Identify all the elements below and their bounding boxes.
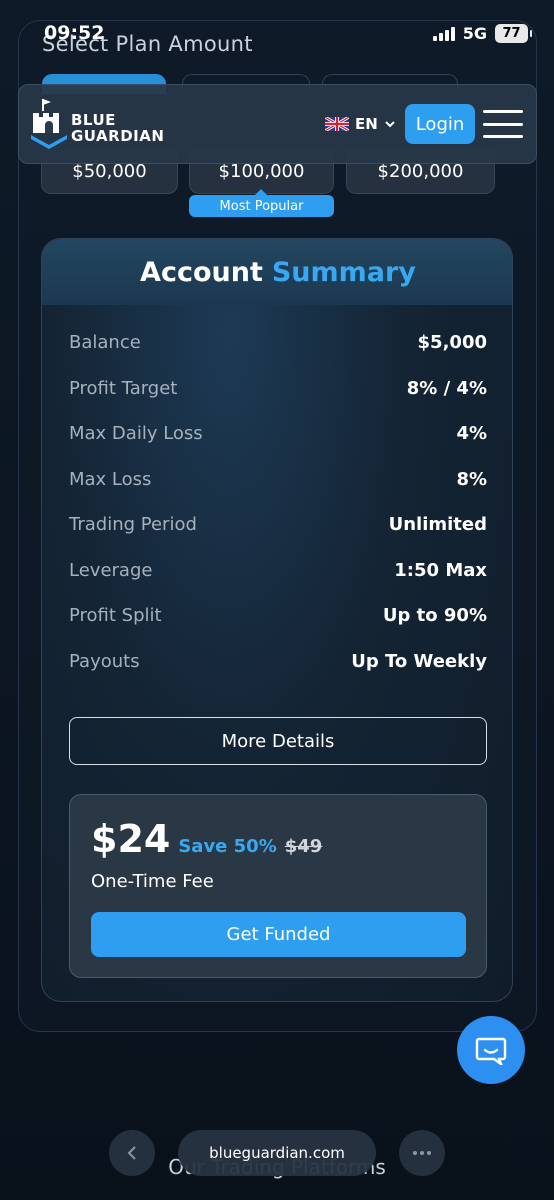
row-value: Unlimited xyxy=(388,514,487,535)
row-value: Up To Weekly xyxy=(351,651,487,672)
row-label: Profit Target xyxy=(69,378,178,399)
row-value: $5,000 xyxy=(417,332,487,353)
network-type: 5G xyxy=(462,24,487,43)
language-selector[interactable]: EN xyxy=(325,115,396,133)
summary-title-accent: Summary xyxy=(271,256,416,288)
more-details-button[interactable]: More Details xyxy=(69,717,487,765)
row-label: Profit Split xyxy=(69,605,162,626)
old-price: $49 xyxy=(284,836,323,857)
status-indicators: 5G 77 xyxy=(432,24,532,43)
brand-line-2: GUARDIAN xyxy=(71,127,165,145)
browser-back-button[interactable] xyxy=(109,1130,155,1176)
row-label: Payouts xyxy=(69,651,140,672)
row-label: Max Loss xyxy=(69,469,152,490)
site-header: BLUE GUARDIAN EN Login xyxy=(18,84,537,164)
summary-row: Max Daily Loss 4% xyxy=(69,423,487,444)
most-popular-badge: Most Popular xyxy=(189,189,334,217)
summary-title-main: Account xyxy=(140,256,263,288)
price-value: $24 xyxy=(91,817,171,861)
summary-row: Max Loss 8% xyxy=(69,469,487,490)
row-value: 8% / 4% xyxy=(406,378,487,399)
url-bar[interactable]: blueguardian.com xyxy=(178,1130,376,1176)
chevron-down-icon xyxy=(385,121,395,128)
row-label: Max Daily Loss xyxy=(69,423,203,444)
chevron-left-icon xyxy=(127,1146,136,1160)
row-label: Trading Period xyxy=(69,514,197,535)
summary-row: Trading Period Unlimited xyxy=(69,514,487,535)
row-label: Leverage xyxy=(69,560,153,581)
castle-logo-icon[interactable] xyxy=(29,95,69,151)
chat-button[interactable] xyxy=(457,1016,525,1084)
row-value: 8% xyxy=(456,469,487,490)
price-line: $24 Save 50% $49 xyxy=(91,817,322,861)
summary-row: Profit Target 8% / 4% xyxy=(69,378,487,399)
brand-line-1: BLUE xyxy=(71,111,116,129)
summary-title: Account Summary xyxy=(42,239,512,305)
row-value: Up to 90% xyxy=(382,605,487,626)
save-text: Save 50% xyxy=(178,836,277,857)
summary-row: Payouts Up To Weekly xyxy=(69,651,487,672)
menu-icon[interactable] xyxy=(483,110,523,138)
row-value: 4% xyxy=(456,423,487,444)
more-dots-icon xyxy=(413,1151,431,1155)
browser-more-button[interactable] xyxy=(399,1130,445,1176)
uk-flag-icon xyxy=(325,117,349,131)
fee-label: One-Time Fee xyxy=(91,871,214,892)
summary-row: Profit Split Up to 90% xyxy=(69,605,487,626)
summary-row: Leverage 1:50 Max xyxy=(69,560,487,581)
status-time: 09:52 xyxy=(44,22,105,44)
brand-name: BLUE GUARDIAN xyxy=(71,112,164,144)
battery-level: 77 xyxy=(502,26,521,41)
battery-icon: 77 xyxy=(495,24,532,43)
row-label: Balance xyxy=(69,332,141,353)
chat-icon xyxy=(475,1037,507,1065)
get-funded-button[interactable]: Get Funded xyxy=(91,912,466,957)
account-summary-card: Account Summary Balance $5,000 Profit Ta… xyxy=(41,238,513,1002)
row-value: 1:50 Max xyxy=(394,560,487,581)
summary-row: Balance $5,000 xyxy=(69,332,487,353)
signal-icon xyxy=(432,26,455,41)
login-button[interactable]: Login xyxy=(405,104,475,144)
language-code: EN xyxy=(355,115,378,133)
pricing-box: $24 Save 50% $49 One-Time Fee Get Funded xyxy=(69,794,487,978)
